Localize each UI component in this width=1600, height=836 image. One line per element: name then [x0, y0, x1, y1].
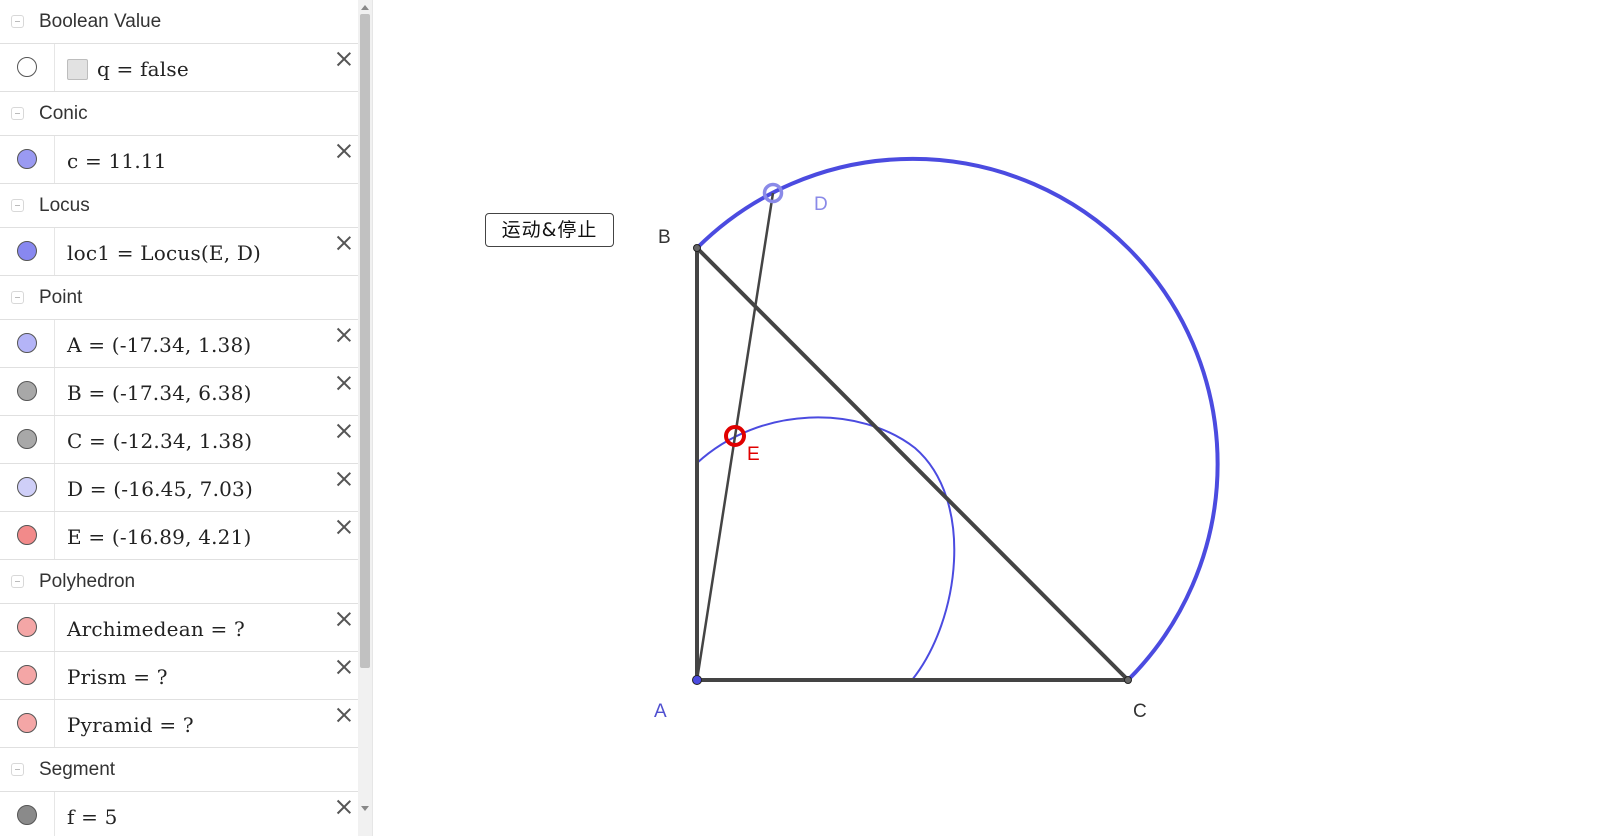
conic-arc-c[interactable] — [695, 156, 1220, 682]
play-pause-button[interactable]: 运动&停止 — [485, 213, 614, 247]
label-A: A — [654, 701, 667, 722]
graphics-view[interactable]: A B C D E — [0, 0, 1600, 836]
label-D: D — [814, 194, 828, 215]
point-A[interactable] — [692, 675, 702, 685]
segment-BC[interactable] — [695, 246, 1130, 682]
label-B: B — [658, 227, 671, 248]
label-E: E — [747, 444, 760, 465]
locus-loc1[interactable] — [696, 416, 956, 681]
label-C: C — [1133, 701, 1147, 722]
point-B[interactable] — [693, 244, 701, 252]
point-C[interactable] — [1124, 676, 1132, 684]
segment-AD[interactable] — [695, 192, 775, 681]
